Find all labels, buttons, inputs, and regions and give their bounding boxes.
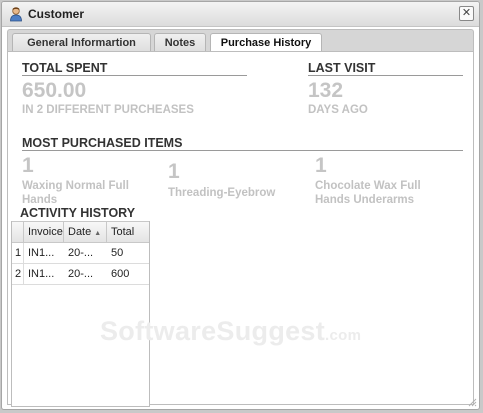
row-number-header: [12, 222, 24, 243]
customer-user-icon: [10, 7, 22, 22]
watermark: SoftwareSuggest.com: [100, 316, 362, 346]
tab-purchase-history[interactable]: Purchase History: [210, 33, 322, 53]
activity-history-heading: ACTIVITY HISTORY: [20, 206, 138, 220]
close-icon: ✕: [461, 7, 472, 19]
column-header-date[interactable]: Date ▲: [64, 222, 107, 243]
close-button[interactable]: ✕: [459, 6, 474, 21]
date-cell: 20-...: [68, 247, 94, 259]
total-spent-heading: TOTAL SPENT: [22, 61, 108, 75]
table-row[interactable]: 2 IN1... 20-... 600: [12, 264, 149, 285]
total-spent-divider: [22, 75, 247, 76]
table-row[interactable]: 1 IN1... 20-... 50: [12, 243, 149, 264]
window-title: Customer: [28, 7, 85, 21]
resize-grip-icon[interactable]: [467, 397, 477, 407]
item-name: Waxing Normal Full Hands: [22, 180, 129, 206]
invoice-cell: IN1...: [28, 247, 55, 259]
item-count: 1: [22, 154, 34, 177]
tab-general-information[interactable]: General Informartion: [12, 33, 151, 52]
item-name: Chocolate Wax Full Hands Underarms: [315, 180, 421, 206]
invoice-cell: IN1...: [28, 268, 55, 280]
total-cell: 50: [111, 247, 124, 259]
grid-header: Invoice Date ▲ Total: [12, 221, 149, 243]
activity-history-grid: Invoice Date ▲ Total 1 IN1... 20-... 50 2…: [11, 221, 150, 407]
most-purchased-heading: MOST PURCHASED ITEMS: [22, 136, 183, 150]
total-cell: 600: [111, 268, 130, 280]
customer-window: Customer ✕ General Informartion Notes Pu…: [1, 1, 480, 410]
last-visit-divider: [308, 75, 463, 76]
total-spent-caption: IN 2 DIFFERENT PURCHEASES: [22, 104, 194, 116]
tab-bar: General Informartion Notes Purchase Hist…: [7, 29, 474, 53]
item-count: 1: [315, 154, 327, 177]
item-count: 1: [168, 160, 180, 183]
row-number: 1: [12, 243, 24, 263]
row-number: 2: [12, 264, 24, 284]
date-cell: 20-...: [68, 268, 94, 280]
column-header-total[interactable]: Total: [107, 222, 149, 243]
tab-notes[interactable]: Notes: [154, 33, 206, 52]
last-visit-value: 132: [308, 79, 344, 102]
window-titlebar[interactable]: Customer ✕: [2, 2, 479, 27]
total-spent-value: 650.00: [22, 79, 87, 102]
last-visit-caption: DAYS AGO: [308, 104, 368, 116]
column-header-invoice[interactable]: Invoice: [24, 222, 64, 243]
most-purchased-divider: [22, 150, 463, 151]
item-name: Threading-Eyebrow: [168, 187, 276, 199]
last-visit-heading: LAST VISIT: [308, 61, 376, 75]
sort-arrow-icon: ▲: [94, 230, 102, 237]
